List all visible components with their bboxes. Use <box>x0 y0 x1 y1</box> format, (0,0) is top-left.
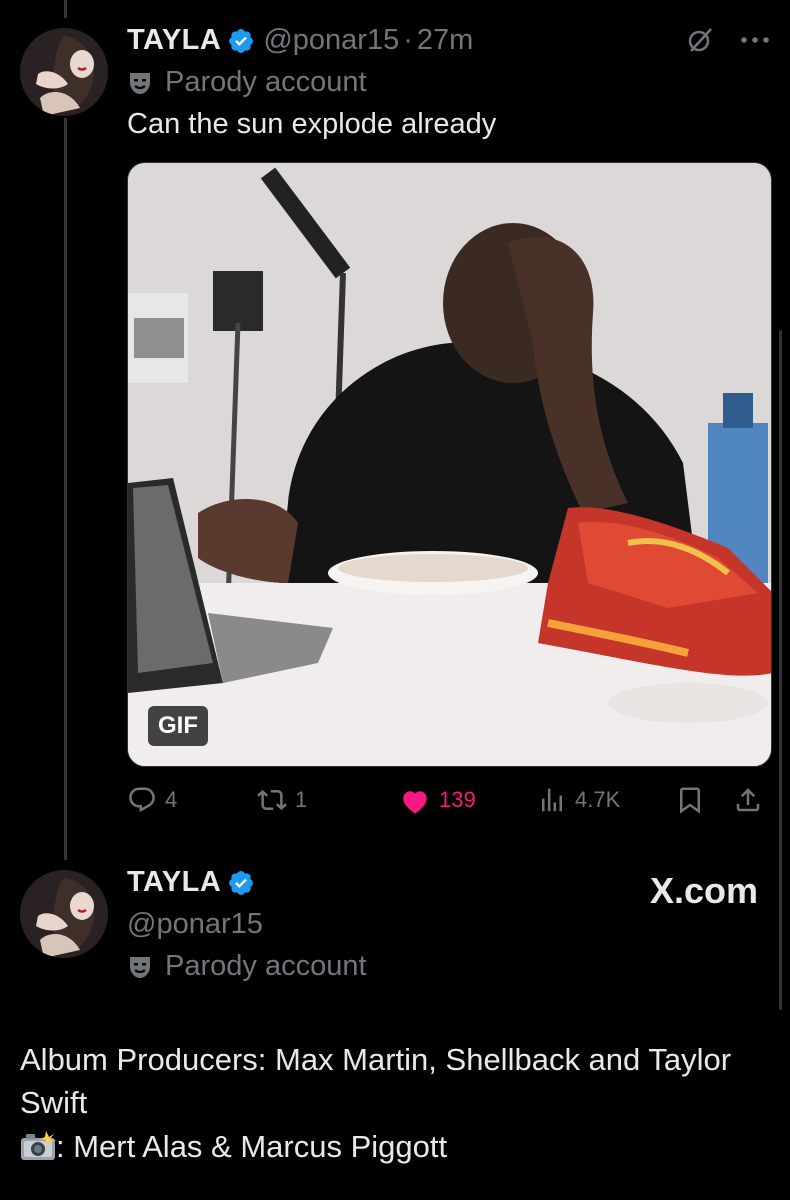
like-button[interactable]: 139 <box>399 785 476 815</box>
profile-bio: Album Producers: Max Martin, Shellback a… <box>20 1038 760 1168</box>
repost-button[interactable]: 1 <box>257 785 307 815</box>
reply-icon <box>127 785 165 815</box>
parody-label-text: Parody account <box>165 66 367 98</box>
grok-icon[interactable] <box>686 26 714 54</box>
profile-display-name[interactable]: TAYLA <box>127 866 221 899</box>
repost-count: 1 <box>295 787 308 812</box>
like-count: 139 <box>439 787 476 812</box>
bio-line-photo: : Mert Alas & Marcus Piggott <box>20 1125 760 1168</box>
heart-icon <box>399 785 439 815</box>
verified-badge-icon <box>227 869 255 897</box>
views-count: 4.7K <box>575 787 621 812</box>
repost-icon <box>257 785 295 815</box>
scrollbar[interactable] <box>779 330 782 1010</box>
reply-button[interactable]: 4 <box>127 785 177 815</box>
views-icon <box>537 785 575 815</box>
x-com-logo[interactable]: X.com <box>650 870 758 912</box>
theater-mask-icon <box>127 954 153 980</box>
display-name[interactable]: TAYLA <box>127 24 221 57</box>
bookmark-icon <box>675 785 713 815</box>
handle[interactable]: @ponar15 <box>263 24 399 57</box>
thread-line-top <box>64 0 67 18</box>
timestamp[interactable]: 27m <box>417 24 473 57</box>
tweet-header: TAYLA @ponar15 · 27m <box>127 24 473 57</box>
tweet-actions: 4 1 139 4.7K <box>127 785 772 821</box>
bio-line-producers: Album Producers: Max Martin, Shellback a… <box>20 1042 732 1121</box>
tweet-top-icons <box>686 26 770 54</box>
profile-handle-row: @ponar15 <box>127 908 263 941</box>
reply-count: 4 <box>165 787 178 812</box>
profile-parody-text: Parody account <box>165 950 367 982</box>
bookmark-button[interactable] <box>675 785 713 815</box>
tweet-text: Can the sun explode already <box>127 108 497 140</box>
parody-label: Parody account <box>127 66 367 99</box>
more-icon[interactable] <box>740 35 770 45</box>
gif-badge: GIF <box>148 706 208 746</box>
profile-handle[interactable]: @ponar15 <box>127 908 263 941</box>
share-icon <box>733 785 771 815</box>
avatar[interactable] <box>20 28 108 116</box>
share-button[interactable] <box>733 785 771 815</box>
profile-avatar[interactable] <box>20 870 108 958</box>
separator-dot: · <box>403 24 413 56</box>
camera-flash-icon <box>20 1129 56 1160</box>
thread-line <box>64 118 67 860</box>
theater-mask-icon <box>127 70 153 96</box>
profile-name-row: TAYLA <box>127 866 263 899</box>
views-button[interactable]: 4.7K <box>537 785 620 815</box>
profile-parody-label: Parody account <box>127 950 367 983</box>
verified-badge-icon <box>227 27 255 55</box>
gif-image <box>128 163 771 766</box>
bio-photo-credit: : Mert Alas & Marcus Piggott <box>56 1128 448 1164</box>
tweet-media-gif[interactable]: GIF <box>127 162 772 767</box>
